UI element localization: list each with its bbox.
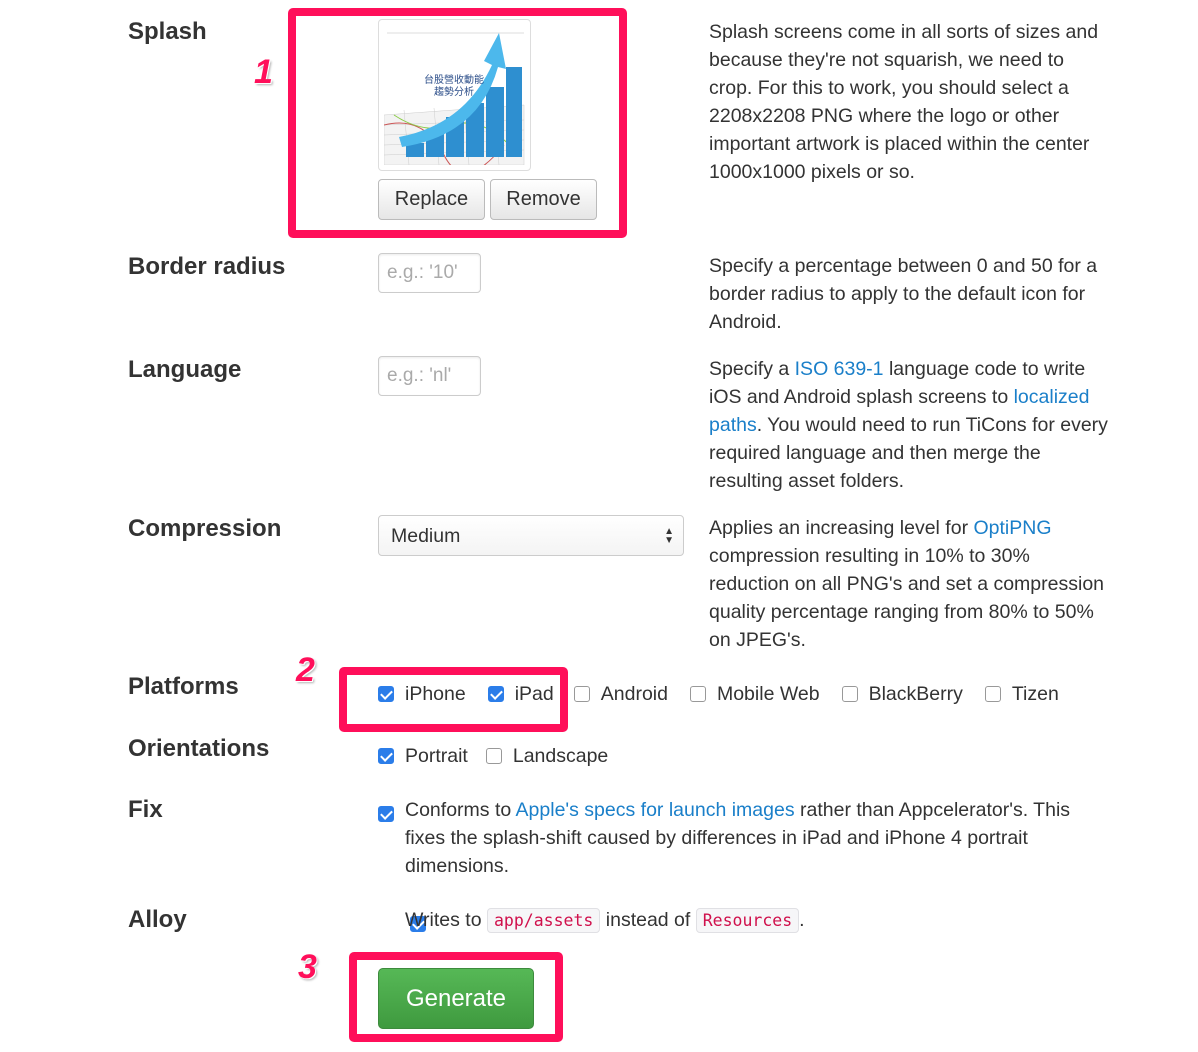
checkbox-checked-icon[interactable] [378,748,394,764]
checkbox-icon[interactable] [485,748,502,764]
annotation-number-1: 1 [254,53,273,91]
highlight-box-1 [288,8,627,238]
fix-description: Conforms to Apple's specs for launch ima… [405,796,1095,880]
fix-checkbox[interactable] [378,806,394,822]
splash-description: Splash screens come in all sorts of size… [709,21,1099,183]
text: . You would need to run TiCons for every… [709,414,1108,492]
language-description: Specify a ISO 639-1 language code to wri… [709,355,1109,495]
text: compression resulting in 10% to 30% redu… [709,545,1105,651]
annotation-number-2: 2 [296,651,315,689]
select-arrows-icon: ▲ ▼ [664,526,674,546]
text: . [799,909,805,931]
option-label: Mobile Web [716,683,820,705]
alloy-label: Alloy [128,906,187,933]
platform-tizen[interactable]: Tizen [984,680,1059,708]
splash-label: Splash [128,18,207,45]
orientation-landscape[interactable]: Landscape [485,742,609,770]
text: Specify a [709,358,795,380]
orientations-options: Portrait Landscape [378,742,630,770]
annotation-number-3: 3 [298,948,317,986]
option-label: BlackBerry [868,683,963,705]
orientation-portrait[interactable]: Portrait [378,742,468,770]
highlight-box-3 [349,952,563,1042]
checkbox-icon[interactable] [841,686,858,702]
platform-android[interactable]: Android [573,680,668,708]
option-label: Tizen [1011,683,1059,705]
text: instead of [600,909,696,931]
iso-639-1-link[interactable]: ISO 639-1 [795,358,884,380]
alloy-description: Writes to app/assets instead of Resource… [405,906,805,935]
apple-specs-link[interactable]: Apple's specs for launch images [516,799,795,821]
platform-mobile-web[interactable]: Mobile Web [689,680,820,708]
checkbox-icon[interactable] [984,686,1001,702]
border-radius-input[interactable] [378,253,481,293]
text: Applies an increasing level for [709,517,974,539]
fix-label: Fix [128,796,163,823]
platform-blackberry[interactable]: BlackBerry [841,680,963,708]
border-radius-description: Specify a percentage between 0 and 50 fo… [709,255,1098,333]
option-label: Landscape [512,745,609,767]
compression-select[interactable]: Medium ▲ ▼ [378,515,684,556]
language-input[interactable] [378,356,481,396]
highlight-box-2 [339,667,568,732]
checkbox-icon[interactable] [689,686,706,702]
text: Conforms to [405,799,516,821]
text: Writes to [405,909,487,931]
language-label: Language [128,356,242,383]
border-radius-label: Border radius [128,253,286,280]
orientations-label: Orientations [128,735,270,762]
compression-description: Applies an increasing level for OptiPNG … [709,514,1109,654]
compression-label: Compression [128,515,282,542]
code-resources: Resources [695,908,800,933]
optipng-link[interactable]: OptiPNG [973,517,1051,539]
option-label: Android [600,683,668,705]
platforms-label: Platforms [128,673,239,700]
code-app-assets: app/assets [487,908,601,933]
compression-selected-value: Medium [391,525,461,547]
option-label: Portrait [405,745,468,767]
checkbox-icon[interactable] [573,686,590,702]
